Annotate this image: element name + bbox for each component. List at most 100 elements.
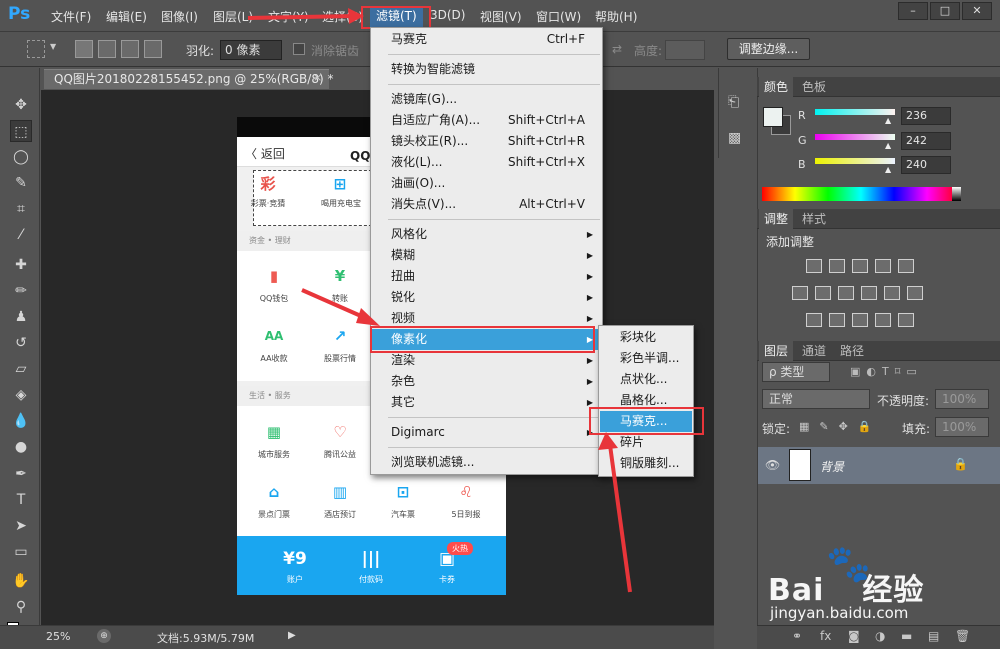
filter-menu-item[interactable]: 扭曲 ▶ bbox=[372, 266, 601, 287]
hand-tool-icon[interactable]: ✋ bbox=[10, 570, 32, 592]
pixelate-submenu-item[interactable]: 点状化... bbox=[600, 369, 692, 390]
preset-dropdown-icon[interactable]: ▼ bbox=[50, 42, 56, 51]
zoom-level[interactable]: 25% bbox=[46, 630, 70, 643]
rect-marquee-tool-icon[interactable]: ⬚ bbox=[10, 120, 32, 142]
menu-3d[interactable]: 3D(D) bbox=[430, 8, 465, 22]
height-input[interactable] bbox=[665, 40, 705, 60]
hue-saturation-icon[interactable] bbox=[792, 286, 808, 300]
dodge-tool-icon[interactable]: ● bbox=[10, 436, 32, 458]
lasso-tool-icon[interactable]: ◯ bbox=[10, 146, 32, 168]
tab-styles[interactable]: 样式 bbox=[797, 209, 831, 229]
menu-image[interactable]: 图像(I) bbox=[161, 8, 198, 25]
green-slider[interactable] bbox=[815, 134, 895, 140]
maximize-button[interactable]: □ bbox=[930, 2, 960, 20]
menu-select[interactable]: 选择(S) bbox=[322, 8, 363, 25]
invert-icon[interactable] bbox=[806, 313, 822, 327]
filter-menu-item[interactable]: 液化(L)... Shift+Ctrl+X bbox=[372, 152, 601, 173]
visibility-eye-icon[interactable]: 👁 bbox=[765, 458, 780, 472]
minimize-button[interactable]: – bbox=[898, 2, 928, 20]
color-spectrum-bw[interactable] bbox=[952, 187, 961, 201]
blend-mode-select[interactable]: 正常 bbox=[762, 389, 870, 409]
color-lookup-icon[interactable] bbox=[907, 286, 923, 300]
blue-value-input[interactable]: 240 bbox=[901, 156, 951, 174]
exposure-icon[interactable] bbox=[875, 259, 891, 273]
brightness-icon[interactable] bbox=[806, 259, 822, 273]
black-white-icon[interactable] bbox=[838, 286, 854, 300]
quick-select-tool-icon[interactable]: ✎ bbox=[10, 172, 32, 194]
tab-swatches[interactable]: 色板 bbox=[797, 77, 831, 97]
move-tool-icon[interactable]: ✥ bbox=[10, 94, 32, 116]
filter-menu-item[interactable]: 其它 ▶ bbox=[372, 392, 601, 413]
antialias-checkbox[interactable] bbox=[293, 43, 305, 55]
type-tool-icon[interactable]: T bbox=[10, 489, 32, 511]
share-icon[interactable]: ⊕ bbox=[97, 629, 111, 643]
pixelate-submenu-item[interactable]: 铜版雕刻... bbox=[600, 453, 692, 474]
refine-edge-button[interactable]: 调整边缘... bbox=[727, 38, 810, 60]
paint-bucket-tool-icon[interactable]: ◈ bbox=[10, 384, 32, 406]
new-layer-icon[interactable]: ▤ bbox=[928, 629, 939, 643]
selective-color-icon[interactable] bbox=[875, 313, 891, 327]
tab-color[interactable]: 颜色 bbox=[759, 77, 794, 97]
filter-menu-item[interactable]: 模糊 ▶ bbox=[372, 245, 601, 266]
filter-menu-item[interactable]: Digimarc ▶ bbox=[372, 422, 601, 443]
close-window-button[interactable]: ✕ bbox=[962, 2, 992, 20]
intersect-selection-icon[interactable] bbox=[144, 40, 162, 58]
vibrance-icon[interactable] bbox=[898, 259, 914, 273]
filter-menu-item[interactable]: 风格化 ▶ bbox=[372, 224, 601, 245]
photo-filter-icon[interactable] bbox=[861, 286, 877, 300]
foreground-swatch-front[interactable] bbox=[763, 107, 783, 127]
pixelate-submenu-item[interactable]: 彩块化 bbox=[600, 327, 692, 348]
marquee-preset-icon[interactable] bbox=[27, 40, 45, 58]
filter-menu-item[interactable]: 镜头校正(R)... Shift+Ctrl+R bbox=[372, 131, 601, 152]
delete-layer-icon[interactable]: 🗑 bbox=[955, 629, 970, 643]
crop-tool-icon[interactable]: ⌗ bbox=[10, 198, 32, 220]
color-balance-icon[interactable] bbox=[815, 286, 831, 300]
curves-icon[interactable] bbox=[852, 259, 868, 273]
posterize-icon[interactable] bbox=[829, 313, 845, 327]
color-spectrum[interactable] bbox=[762, 187, 960, 201]
brush-tool-icon[interactable]: ✏ bbox=[10, 280, 32, 302]
red-slider-handle-icon[interactable]: ▲ bbox=[885, 116, 891, 125]
add-mask-icon[interactable]: ◙ bbox=[848, 629, 860, 643]
fill-input[interactable]: 100% bbox=[935, 417, 989, 437]
red-slider[interactable] bbox=[815, 109, 895, 115]
menu-view[interactable]: 视图(V) bbox=[480, 8, 522, 25]
subtract-selection-icon[interactable] bbox=[121, 40, 139, 58]
eyedropper-tool-icon[interactable]: ⁄ bbox=[10, 224, 32, 246]
menu-type[interactable]: 文字(Y) bbox=[268, 8, 309, 25]
red-value-input[interactable]: 236 bbox=[901, 107, 951, 125]
menu-edit[interactable]: 编辑(E) bbox=[106, 8, 147, 25]
document-close-icon[interactable]: × bbox=[313, 71, 322, 84]
new-group-icon[interactable]: ▬ bbox=[901, 629, 912, 643]
threshold-icon[interactable] bbox=[852, 313, 868, 327]
filter-menu-item[interactable]: 锐化 ▶ bbox=[372, 287, 601, 308]
filter-menu-item[interactable]: 杂色 ▶ bbox=[372, 371, 601, 392]
status-menu-arrow-icon[interactable]: ▶ bbox=[288, 630, 296, 641]
menu-file[interactable]: 文件(F) bbox=[51, 8, 91, 25]
zoom-tool-icon[interactable]: ⚲ bbox=[10, 596, 32, 618]
link-layers-icon[interactable]: ⚭ bbox=[792, 629, 802, 643]
pixelate-submenu-item[interactable]: 彩色半调... bbox=[600, 348, 692, 369]
adjustment-layer-icon[interactable]: ◑ bbox=[875, 629, 885, 643]
layer-kind-filter[interactable]: ρ 类型 bbox=[762, 362, 830, 382]
levels-icon[interactable] bbox=[829, 259, 845, 273]
menu-layer[interactable]: 图层(L) bbox=[213, 8, 253, 25]
add-selection-icon[interactable] bbox=[98, 40, 116, 58]
blue-slider[interactable] bbox=[815, 158, 895, 164]
tab-channels[interactable]: 通道 bbox=[797, 341, 831, 361]
blur-tool-icon[interactable]: 💧 bbox=[10, 410, 32, 432]
green-slider-handle-icon[interactable]: ▲ bbox=[885, 141, 891, 150]
filter-menu-item[interactable]: 油画(O)... bbox=[372, 173, 601, 194]
filter-menu-item[interactable]: 浏览联机滤镜... bbox=[372, 452, 601, 473]
blue-slider-handle-icon[interactable]: ▲ bbox=[885, 165, 891, 174]
healing-brush-tool-icon[interactable]: ✚ bbox=[10, 254, 32, 276]
feather-input[interactable]: 0 像素 bbox=[220, 40, 282, 60]
menu-help[interactable]: 帮助(H) bbox=[595, 8, 637, 25]
tab-adjustments[interactable]: 调整 bbox=[759, 209, 794, 229]
lock-options-icons[interactable]: ▦✎✥🔒 bbox=[799, 420, 882, 433]
channel-mixer-icon[interactable] bbox=[884, 286, 900, 300]
gradient-map-icon[interactable] bbox=[898, 313, 914, 327]
eraser-tool-icon[interactable]: ▱ bbox=[10, 358, 32, 380]
pen-tool-icon[interactable]: ✒ bbox=[10, 463, 32, 485]
opacity-input[interactable]: 100% bbox=[935, 389, 989, 409]
